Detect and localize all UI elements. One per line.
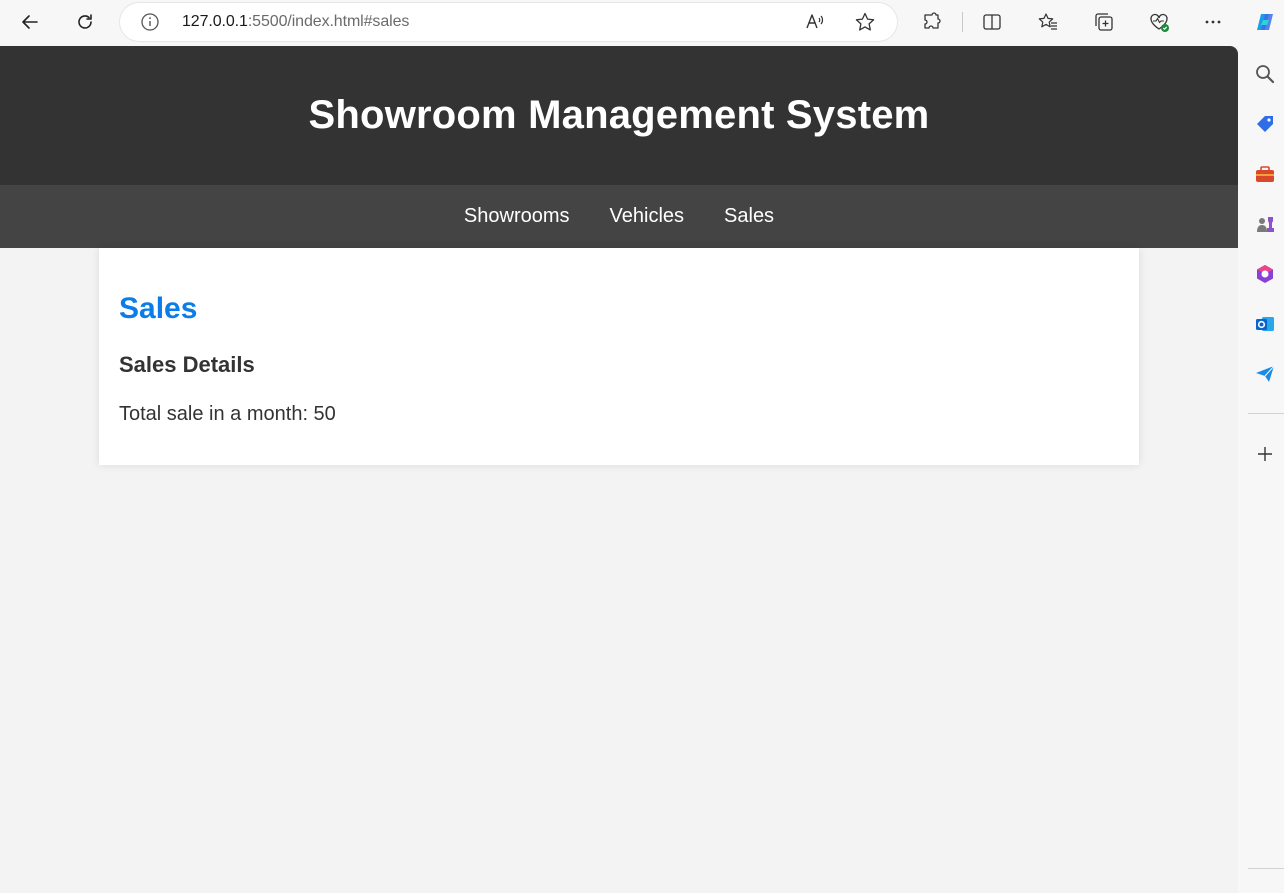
send-icon xyxy=(1256,365,1275,382)
sidebar-tools-button[interactable] xyxy=(1252,161,1278,187)
refresh-icon xyxy=(78,14,92,29)
nav-link-showrooms[interactable]: Showrooms xyxy=(464,205,570,228)
extensions-button[interactable] xyxy=(918,8,946,36)
favorites-button[interactable] xyxy=(1034,8,1062,36)
read-aloud-icon xyxy=(806,14,824,29)
more-button[interactable] xyxy=(1199,8,1227,36)
refresh-button[interactable] xyxy=(67,5,103,39)
toolbar-divider xyxy=(962,12,963,32)
collections-icon xyxy=(1095,13,1113,31)
collections-button[interactable] xyxy=(1090,8,1118,36)
sidebar-search-button[interactable] xyxy=(1252,61,1278,87)
split-screen-button[interactable] xyxy=(978,8,1006,36)
section-subheading: Sales Details xyxy=(119,352,255,377)
site-title: Showroom Management System xyxy=(308,93,930,137)
outlook-icon xyxy=(1256,317,1274,331)
sidebar-office-button[interactable] xyxy=(1252,261,1278,287)
site-nav: Showrooms Vehicles Sales xyxy=(0,185,1238,248)
site-header: Showroom Management System xyxy=(0,46,1238,185)
nav-link-vehicles[interactable]: Vehicles xyxy=(610,205,685,228)
copilot-button[interactable] xyxy=(1251,8,1279,36)
sales-section: Sales Sales Details Total sale in a mont… xyxy=(99,248,1139,465)
chess-icon xyxy=(1257,217,1274,232)
favorites-icon xyxy=(1038,13,1057,30)
url-host: 127.0.0.1 xyxy=(182,13,248,30)
sidebar-send-button[interactable] xyxy=(1252,361,1278,387)
sidebar-add-button[interactable] xyxy=(1252,441,1278,467)
puzzle-icon xyxy=(924,12,941,29)
url-path: :5500/index.html#sales xyxy=(247,13,410,30)
address-bar[interactable]: 127.0.0.1:5500/index.html#sales xyxy=(120,3,897,41)
info-icon[interactable] xyxy=(140,12,160,32)
sidebar-divider xyxy=(1248,413,1284,414)
page-viewport: Showroom Management System Showrooms Veh… xyxy=(0,46,1238,893)
nav-link-sales[interactable]: Sales xyxy=(724,205,774,228)
back-button[interactable] xyxy=(12,5,48,39)
favorite-button[interactable] xyxy=(854,11,876,33)
browser-essentials-button[interactable] xyxy=(1145,8,1173,36)
tag-icon xyxy=(1257,116,1273,132)
add-icon xyxy=(1258,447,1272,461)
back-arrow-icon xyxy=(22,15,38,29)
copilot-icon xyxy=(1257,14,1273,30)
toolbox-icon xyxy=(1256,166,1274,182)
search-icon xyxy=(1256,65,1275,84)
split-screen-icon xyxy=(983,14,1001,30)
read-aloud-button[interactable] xyxy=(804,11,826,33)
sidebar-games-button[interactable] xyxy=(1252,211,1278,237)
section-heading: Sales xyxy=(119,292,198,325)
star-icon xyxy=(855,12,875,31)
heart-pulse-icon xyxy=(1150,13,1169,32)
sidebar-shopping-button[interactable] xyxy=(1252,111,1278,137)
sidebar-outlook-button[interactable] xyxy=(1252,311,1278,337)
more-icon xyxy=(1205,20,1221,24)
browser-toolbar: 127.0.0.1:5500/index.html#sales xyxy=(0,0,1284,46)
sidebar-bottom-divider xyxy=(1248,868,1284,869)
url-text[interactable]: 127.0.0.1:5500/index.html#sales xyxy=(182,13,409,31)
sales-total-text: Total sale in a month: 50 xyxy=(119,403,336,425)
office-icon xyxy=(1257,265,1273,283)
